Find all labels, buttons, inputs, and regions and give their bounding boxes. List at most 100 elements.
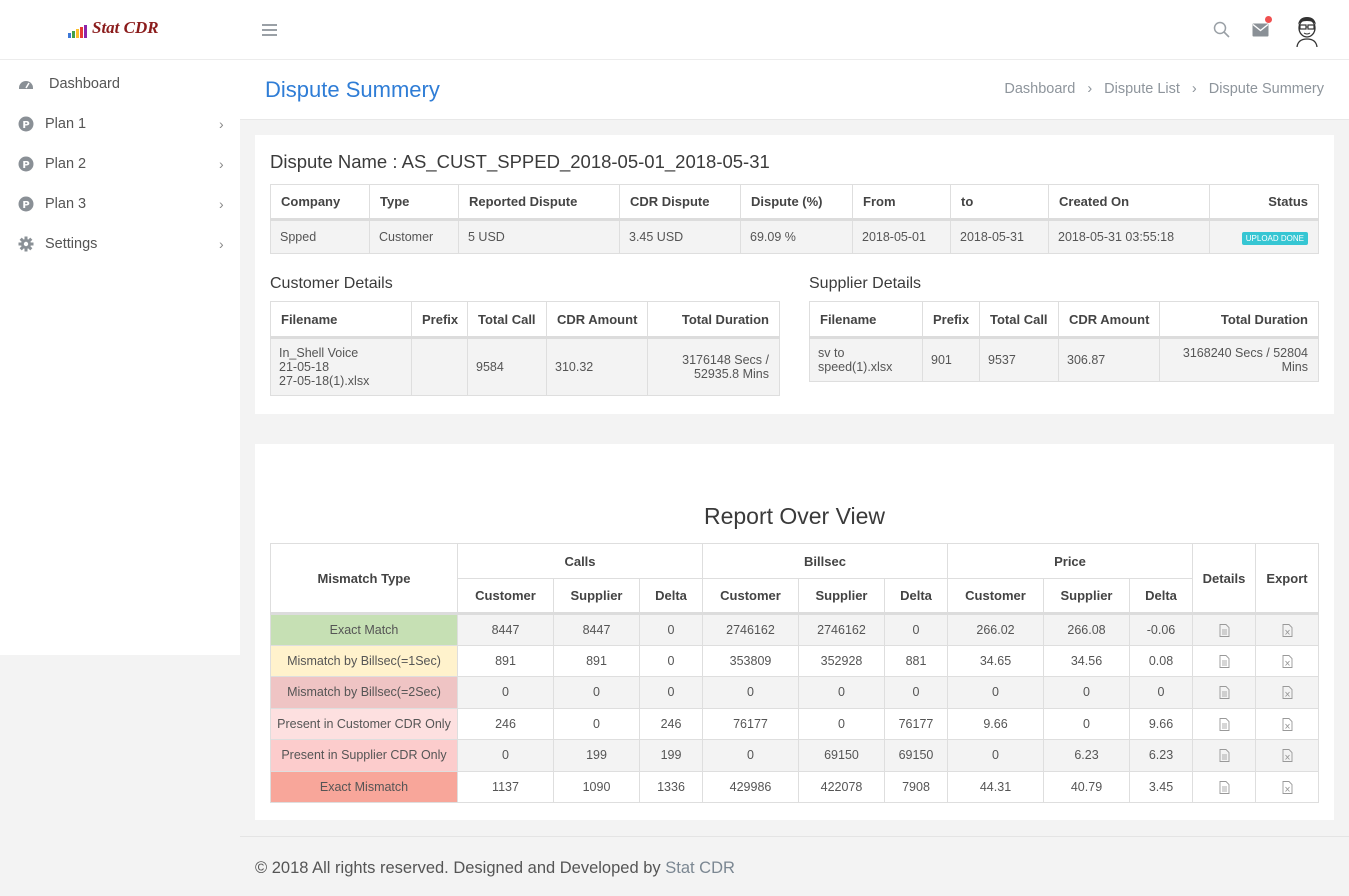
duration-line: 52935.8 Mins [693,367,769,381]
sidebar-item-dashboard[interactable]: Dashboard [0,64,240,104]
column-header: From [852,184,951,221]
table-row: Mismatch by Billsec(=2Sec) 0 0 0 0 0 0 0 0 0 [270,676,1319,709]
table-cell: 0 [884,613,948,646]
table-cell: 40.79 [1043,770,1130,803]
table-cell: 6.23 [1129,739,1193,772]
avatar[interactable] [1294,15,1320,47]
dispute-summary-card: Dispute Name : AS_CUST_SPPED_2018-05-01_… [255,135,1334,414]
table-cell: 266.08 [1043,613,1130,646]
column-header: Reported Dispute [458,184,620,221]
export-excel-icon[interactable] [1282,685,1293,700]
details-icon[interactable] [1219,623,1230,637]
column-header: Supplier [1043,578,1130,615]
table-cell: 8447 [457,613,554,646]
table-row: Spped Customer 5 USD 3.45 USD 69.09 % 20… [270,219,1319,254]
sidebar-item-settings[interactable]: Settings › [0,224,240,264]
table-cell: 0 [1043,676,1130,709]
table-cell: Customer [369,219,459,254]
sidebar-item-label: Settings [45,236,98,252]
logo-bars-icon [68,22,87,38]
details-icon[interactable] [1219,717,1230,731]
table-cell: Spped [270,219,370,254]
duration-line: 3168240 Secs / 52804 [1182,346,1308,360]
table-cell: 246 [639,707,703,740]
table-cell: 422078 [798,770,885,803]
column-header: Delta [884,578,948,615]
column-header: Prefix [411,301,468,339]
table-cell: 266.02 [947,613,1044,646]
table-cell: 9.66 [947,707,1044,740]
column-header: CDR Amount [1058,301,1160,339]
table-row: In_Shell Voice 21-05-18 27-05-18(1).xlsx… [270,337,780,396]
breadcrumb-separator-icon: › [1191,81,1197,97]
export-cell [1255,739,1319,772]
duration-cell: 3168240 Secs / 52804 Mins [1159,337,1319,382]
sidebar-item-label: Dashboard [49,76,120,92]
table-cell: 7908 [884,770,948,803]
supplier-details-table: Filename Prefix Total Call CDR Amount To… [809,301,1319,382]
search-icon[interactable] [1213,21,1230,38]
table-cell: 1336 [639,770,703,803]
column-header: Mismatch Type [270,543,458,615]
logo-text: Stat CDR [92,18,159,37]
dashboard-icon [19,81,33,89]
column-header: Details [1192,543,1256,615]
details-icon[interactable] [1219,685,1230,700]
menu-icon[interactable] [262,24,277,36]
table-row: Exact Mismatch 1137 1090 1336 429986 422078 79… [270,770,1319,803]
table-cell: 6.23 [1043,739,1130,772]
dispute-name: Dispute Name : AS_CUST_SPPED_2018-05-01_… [270,151,770,172]
table-cell: 34.65 [947,644,1044,677]
breadcrumb-dashboard[interactable]: Dashboard [1004,81,1075,97]
table-cell: 0.08 [1129,644,1193,677]
export-excel-icon[interactable] [1282,717,1293,731]
sidebar-item-plan-3[interactable]: P Plan 3 › [0,184,240,224]
table-cell: 0 [457,676,554,709]
export-excel-icon[interactable] [1282,780,1293,794]
column-header: Supplier [553,578,640,615]
export-cell [1255,676,1319,709]
report-title: Report Over View [703,503,886,529]
plan-icon: P [18,116,34,132]
table-cell: 0 [639,644,703,677]
table-cell: 0 [947,676,1044,709]
filename-line: speed(1).xlsx [818,360,893,374]
column-header: Created On [1048,184,1210,221]
breadcrumb-dispute-list[interactable]: Dispute List [1104,81,1180,97]
status-badge: UPLOAD DONE [1241,231,1308,245]
export-excel-icon[interactable] [1282,623,1293,637]
mismatch-type-cell: Present in Supplier CDR Only [270,739,458,772]
table-cell: 0 [798,707,885,740]
column-group-header: Billsec [702,543,948,579]
column-header: Company [270,184,370,221]
page-header: Dispute Summery Dashboard › Dispute List… [240,60,1349,120]
sidebar-item-plan-2[interactable]: P Plan 2 › [0,144,240,184]
sidebar-item-plan-1[interactable]: P Plan 1 › [0,104,240,144]
table-cell: 353809 [702,644,799,677]
column-header: Status [1209,184,1319,221]
export-cell [1255,707,1319,740]
filename-cell: sv to speed(1).xlsx [809,337,923,382]
top-bar: Stat CDR [0,0,1349,60]
footer-link[interactable]: Stat CDR [665,859,735,877]
column-group-header: Calls [457,543,703,579]
table-cell: 891 [457,644,554,677]
logo[interactable]: Stat CDR [68,18,159,38]
export-excel-icon[interactable] [1282,654,1293,668]
column-group-header: Price [947,543,1193,579]
table-cell: 9.66 [1129,707,1193,740]
svg-text:P: P [22,120,29,131]
details-icon[interactable] [1219,654,1230,668]
export-excel-icon[interactable] [1282,748,1293,763]
plan-icon: P [18,156,34,172]
customer-details-title: Customer Details [270,275,393,292]
details-icon[interactable] [1219,780,1230,794]
details-cell [1192,676,1256,709]
mail-icon[interactable] [1252,23,1269,37]
table-cell: -0.06 [1129,613,1193,646]
table-cell: 0 [702,676,799,709]
table-cell [411,337,468,396]
table-cell: 0 [947,739,1044,772]
details-icon[interactable] [1219,748,1230,763]
column-header: to [950,184,1049,221]
